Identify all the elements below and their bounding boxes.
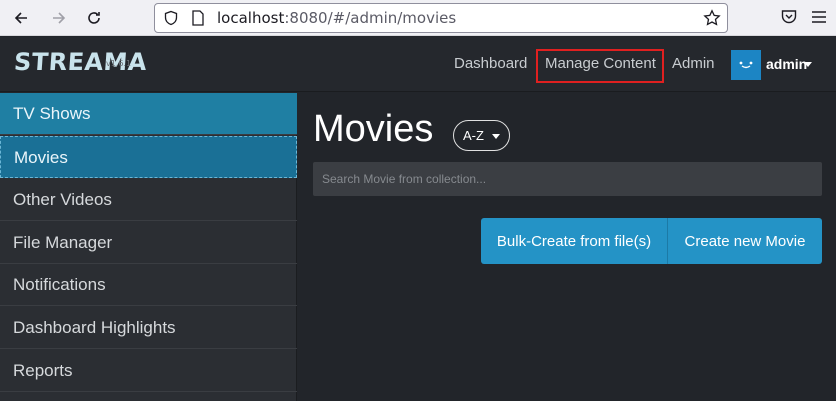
sidebar-item-reports[interactable]: Reports xyxy=(0,350,297,392)
reload-button[interactable] xyxy=(82,6,106,30)
app-header: STREAMA v1.6.1 Dashboard Manage Content … xyxy=(0,37,836,92)
search-input[interactable] xyxy=(313,162,822,196)
bulk-create-button[interactable]: Bulk-Create from file(s) xyxy=(481,218,668,264)
url-bar[interactable]: localhost:8080/#/admin/movies xyxy=(154,3,728,33)
back-arrow-icon xyxy=(14,12,27,24)
bookmark-star-icon[interactable] xyxy=(703,9,721,27)
forward-arrow-icon xyxy=(53,12,66,24)
pocket-icon[interactable] xyxy=(780,8,798,26)
sidebar-item-dashboard-highlights[interactable]: Dashboard Highlights xyxy=(0,307,297,349)
avatar[interactable] xyxy=(731,50,761,80)
page-icon xyxy=(192,10,204,26)
url-text: localhost:8080/#/admin/movies xyxy=(217,9,456,27)
back-button[interactable] xyxy=(9,6,33,30)
shield-icon xyxy=(164,10,178,26)
sidebar: TV Shows Movies Other Videos File Manage… xyxy=(0,93,297,401)
user-menu[interactable]: admin xyxy=(766,56,807,72)
browser-toolbar: localhost:8080/#/admin/movies xyxy=(0,0,836,36)
version-label: v1.6.1 xyxy=(106,59,132,68)
hamburger-menu-icon[interactable] xyxy=(810,8,828,26)
forward-button[interactable] xyxy=(47,6,71,30)
create-new-movie-button[interactable]: Create new Movie xyxy=(668,218,822,264)
nav-admin[interactable]: Admin xyxy=(672,55,715,72)
caret-down-icon xyxy=(804,62,812,67)
smile-icon xyxy=(739,61,753,69)
action-button-group: Bulk-Create from file(s) Create new Movi… xyxy=(481,218,822,264)
sort-label: A-Z xyxy=(463,128,484,143)
page-title: Movies xyxy=(313,108,434,150)
sidebar-item-notifications[interactable]: Notifications xyxy=(0,264,297,306)
reload-icon xyxy=(88,12,100,24)
sidebar-item-tv-shows[interactable]: TV Shows xyxy=(0,93,297,135)
sidebar-item-movies[interactable]: Movies xyxy=(0,136,297,178)
caret-down-icon xyxy=(492,134,500,139)
nav-manage-content[interactable]: Manage Content xyxy=(545,55,656,72)
url-path: :8080/#/admin/movies xyxy=(284,9,457,27)
url-host: localhost xyxy=(217,9,285,27)
sidebar-item-other-videos[interactable]: Other Videos xyxy=(0,179,297,221)
sort-dropdown[interactable]: A-Z xyxy=(453,120,510,151)
nav-dashboard[interactable]: Dashboard xyxy=(454,55,527,72)
sidebar-item-file-manager[interactable]: File Manager xyxy=(0,222,297,264)
